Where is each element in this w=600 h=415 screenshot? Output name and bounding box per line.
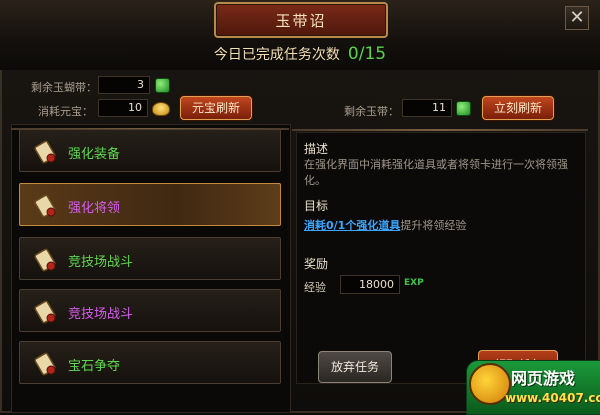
description-text: 在强化界面中消耗强化道具或者将领卡进行一次将领强化。 [304,158,568,187]
close-button[interactable]: ✕ [565,6,589,30]
watermark-brand: 网页游戏 [511,369,576,388]
task-item[interactable]: 强化装备 [19,129,281,172]
remaining-butterfly-label: 剩余玉蝴带： [31,81,97,94]
instant-refresh-button[interactable]: 立刻刷新 [482,96,554,120]
clover-icon [456,101,471,116]
goal-link[interactable]: 消耗0/1个强化道具 [304,219,400,232]
task-item-selected[interactable]: 强化将领 [19,183,281,226]
goal-text: 消耗0/1个强化道具提升将领经验 [304,218,576,234]
goal-title: 目标 [304,199,329,213]
task-label: 强化装备 [68,147,121,162]
task-label: 强化将领 [68,201,121,216]
goal-rest: 提升将领经验 [400,219,467,232]
scroll-icon [34,300,56,324]
description-title: 描述 [304,142,329,156]
site-watermark: 网页游戏 www.40407.com [466,360,600,415]
scroll-icon [34,140,56,164]
divider [292,129,588,131]
yuanbao-refresh-button[interactable]: 元宝刷新 [180,96,252,120]
clover-icon [155,78,170,93]
window-title: 玉带诏 [214,2,388,38]
cost-yuanbao-value: 10 [98,99,148,117]
watermark-site: www.40407.com [505,391,600,405]
reward-title: 奖励 [304,257,329,271]
task-label: 竞技场战斗 [68,255,134,270]
yuanbao-icon [152,102,170,116]
daily-progress: 今日已完成任务次数 0/15 [0,38,600,70]
task-item[interactable]: 竞技场战斗 [19,237,281,280]
task-label: 竞技场战斗 [68,307,134,322]
daily-progress-count: 0/15 [347,44,387,64]
remaining-belt-label: 剩余玉带： [344,105,399,118]
scroll-icon [34,248,56,272]
remaining-belt-value: 11 [402,99,452,117]
scroll-icon [34,194,56,218]
exp-unit: EXP [404,278,424,288]
task-item[interactable]: 宝石争夺 [19,341,281,384]
daily-progress-label: 今日已完成任务次数 [213,47,340,63]
exp-label: 经验 [304,281,326,294]
scroll-icon [34,352,56,376]
abandon-task-button[interactable]: 放弃任务 [318,351,392,383]
exp-value: 18000 [340,275,400,294]
remaining-butterfly-value: 3 [98,76,150,94]
task-label: 宝石争夺 [68,359,121,374]
cost-yuanbao-label: 消耗元宝： [38,105,93,118]
task-item[interactable]: 竞技场战斗 [19,289,281,332]
